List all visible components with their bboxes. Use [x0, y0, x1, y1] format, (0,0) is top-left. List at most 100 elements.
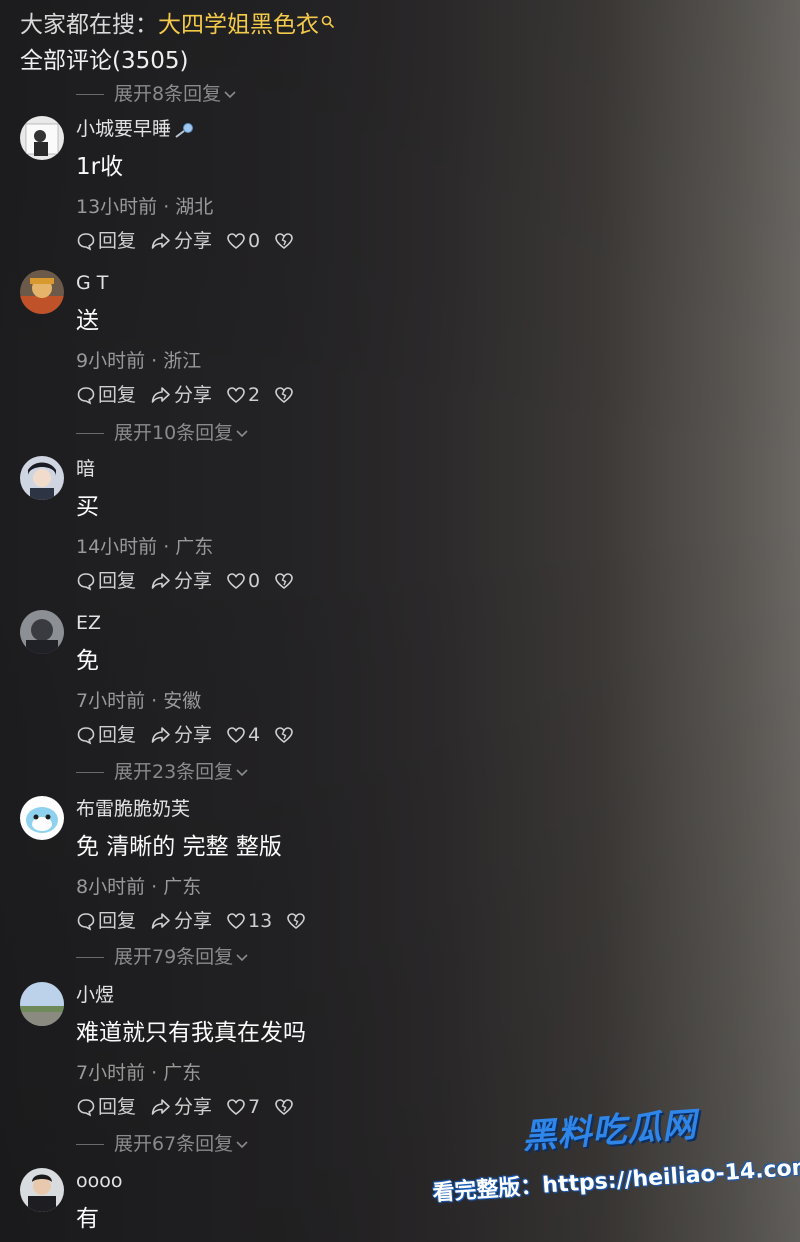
expand-replies-label: 展开10条回复	[114, 422, 234, 444]
share-button[interactable]: 分享	[150, 1094, 212, 1120]
username[interactable]: 小城要早睡	[76, 116, 195, 142]
comment-text: 1r收	[76, 154, 124, 180]
username[interactable]: oooo	[76, 1168, 123, 1194]
avatar[interactable]	[20, 116, 64, 160]
comments-count-title: 全部评论(3505)	[20, 48, 189, 74]
comment-meta: 9小时前 · 浙江	[76, 350, 202, 372]
chevron-down-icon	[236, 429, 248, 437]
comment-meta: 7小时前 · 安徽	[76, 690, 202, 712]
share-icon	[151, 387, 170, 403]
avatar[interactable]	[20, 796, 64, 840]
reply-button[interactable]: 回复	[76, 228, 136, 254]
broken-heart-icon	[275, 233, 293, 250]
avatar[interactable]	[20, 1168, 64, 1212]
comment-icon	[77, 233, 95, 251]
reply-button[interactable]: 回复	[76, 382, 136, 408]
avatar[interactable]	[20, 456, 64, 500]
comment-item: 布雷脆脆奶芙 免 清晰的 完整 整版 8小时前 · 广东 回复 分享 13	[0, 796, 560, 946]
expand-replies-button[interactable]: 展开10条回复	[76, 421, 249, 445]
search-suggestion[interactable]: 大家都在搜：大四学姐黑色衣	[20, 9, 335, 41]
dislike-button[interactable]	[274, 232, 294, 250]
divider	[76, 957, 104, 958]
expand-replies-button[interactable]: 展开67条回复	[76, 1132, 249, 1156]
avatar[interactable]	[20, 270, 64, 314]
chevron-down-icon	[224, 90, 236, 98]
like-button[interactable]: 0	[226, 568, 260, 594]
divider	[76, 433, 104, 434]
reply-button[interactable]: 回复	[76, 568, 136, 594]
share-icon	[151, 727, 170, 743]
comment-text: 难道就只有我真在发吗	[76, 1020, 306, 1046]
search-suggestion-term[interactable]: 大四学姐黑色衣	[158, 12, 319, 38]
comment-icon	[77, 727, 95, 745]
heart-icon	[227, 387, 245, 404]
comment-icon	[77, 1099, 95, 1117]
like-button[interactable]: 4	[226, 722, 260, 748]
reply-button[interactable]: 回复	[76, 1094, 136, 1120]
share-button[interactable]: 分享	[150, 382, 212, 408]
comment-item: 小煜 难道就只有我真在发吗 7小时前 · 广东 回复 分享 7	[0, 982, 560, 1132]
comment-meta: 8小时前 · 广东	[76, 876, 202, 898]
username[interactable]: 布雷脆脆奶芙	[76, 796, 190, 822]
like-count: 4	[248, 724, 261, 746]
like-button[interactable]: 13	[226, 908, 272, 934]
reply-button[interactable]: 回复	[76, 908, 136, 934]
reply-button[interactable]: 回复	[76, 722, 136, 748]
like-button[interactable]: 2	[226, 382, 260, 408]
comment-icon	[77, 387, 95, 405]
comment-text: 有	[76, 1206, 99, 1232]
share-icon	[151, 1099, 170, 1115]
expand-replies-label: 展开79条回复	[114, 946, 234, 968]
comment-item: G T 送 9小时前 · 浙江 回复 分享 2	[0, 270, 560, 420]
expand-replies-label: 展开23条回复	[114, 761, 234, 783]
broken-heart-icon	[287, 913, 306, 930]
expand-replies-button[interactable]: 展开23条回复	[76, 760, 249, 784]
broken-heart-icon	[275, 387, 293, 404]
heart-icon	[227, 573, 245, 590]
like-count: 2	[248, 384, 261, 406]
search-suggestion-prefix: 大家都在搜：	[20, 12, 158, 38]
username[interactable]: EZ	[76, 610, 101, 636]
comment-icon	[77, 573, 95, 591]
share-button[interactable]: 分享	[150, 568, 212, 594]
avatar[interactable]	[20, 982, 64, 1026]
heart-icon	[227, 727, 245, 744]
comment-actions: 回复 分享 0	[76, 568, 294, 594]
divider	[76, 1144, 104, 1145]
comment-icon	[77, 913, 95, 931]
comment-actions: 回复 分享 2	[76, 382, 294, 408]
username[interactable]: 小煜	[76, 982, 114, 1008]
dislike-button[interactable]	[286, 912, 306, 930]
comment-text: 免 清晰的 完整 整版	[76, 834, 282, 860]
username[interactable]: 暗	[76, 456, 95, 482]
comment-text: 买	[76, 494, 99, 520]
search-icon	[321, 15, 335, 29]
comment-actions: 回复 分享 13	[76, 908, 306, 934]
share-button[interactable]: 分享	[150, 228, 212, 254]
heart-icon	[227, 913, 245, 930]
heart-icon	[227, 233, 245, 250]
dislike-button[interactable]	[274, 726, 294, 744]
comment-meta: 7小时前 · 广东	[76, 1062, 202, 1084]
dislike-button[interactable]	[274, 1098, 294, 1116]
like-button[interactable]: 0	[226, 228, 260, 254]
comment-actions: 回复 分享 7	[76, 1094, 294, 1120]
dislike-button[interactable]	[274, 386, 294, 404]
divider	[76, 94, 104, 95]
username[interactable]: G T	[76, 270, 108, 296]
expand-replies-label: 展开8条回复	[114, 83, 222, 105]
chevron-down-icon	[236, 768, 248, 776]
broken-heart-icon	[275, 573, 293, 590]
like-button[interactable]: 7	[226, 1094, 260, 1120]
expand-replies-button[interactable]: 展开79条回复	[76, 945, 249, 969]
like-count: 7	[248, 1096, 261, 1118]
share-button[interactable]: 分享	[150, 908, 212, 934]
comment-meta: 14小时前 · 广东	[76, 536, 214, 558]
broken-heart-icon	[275, 727, 293, 744]
share-button[interactable]: 分享	[150, 722, 212, 748]
comment-text: 免	[76, 648, 99, 674]
dislike-button[interactable]	[274, 572, 294, 590]
broken-heart-icon	[275, 1099, 293, 1116]
avatar[interactable]	[20, 610, 64, 654]
expand-replies-button[interactable]: 展开8条回复	[76, 82, 237, 106]
